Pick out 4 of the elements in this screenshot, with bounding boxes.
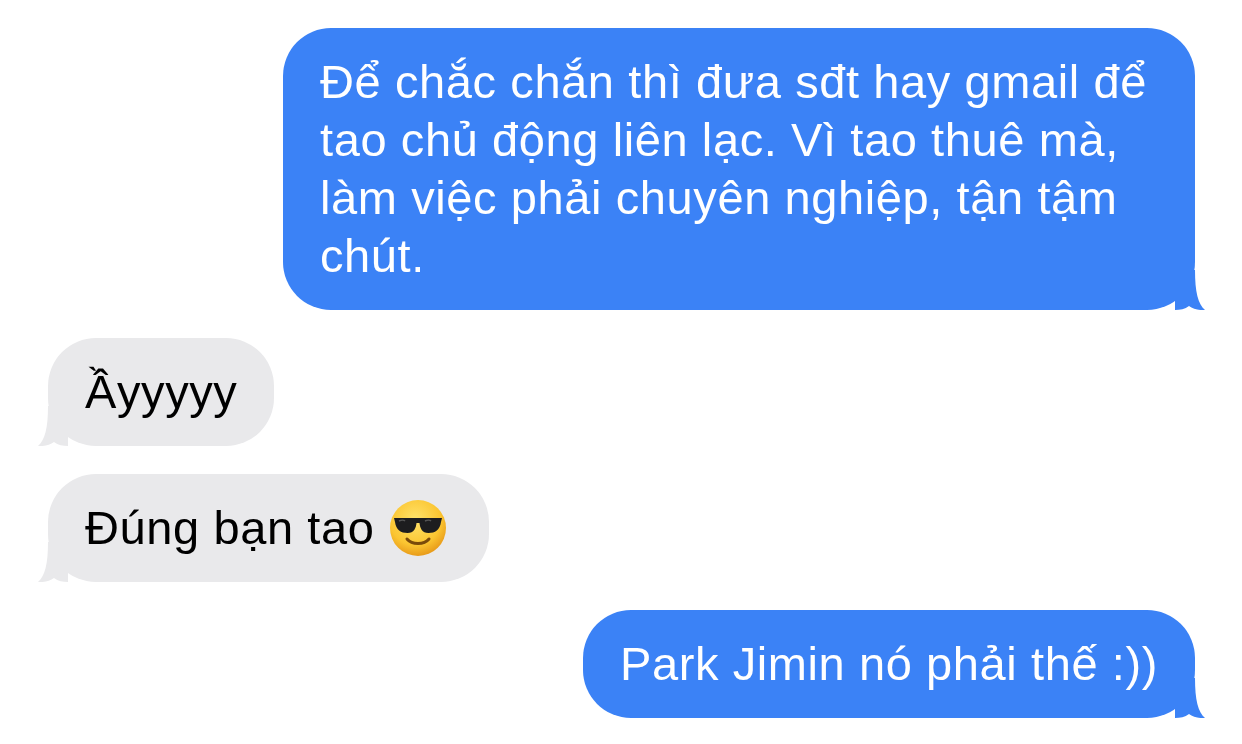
message-text: Để chắc chắn thì đưa sđt hay gmail để tao chủ động liên lạc. Vì tao thuê mà, làm việc phải chuyên nghiệp, tận tậm chút. [320,54,1148,284]
message-text: Đúng bạn tao [85,500,375,556]
message-text: Ầyyyyy [85,364,238,420]
message-text: Park Jimin nó phải thế :)) [619,636,1158,692]
